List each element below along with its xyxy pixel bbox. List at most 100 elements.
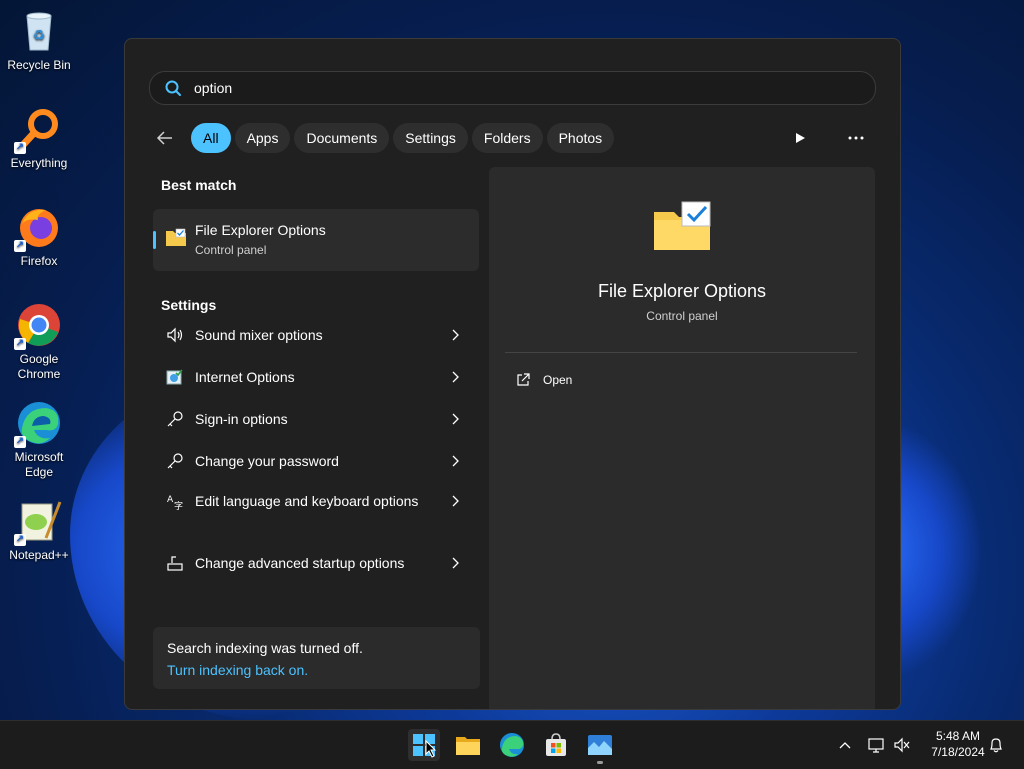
settings-item-internet-options[interactable]: Internet Options bbox=[153, 367, 479, 387]
firefox-icon: ↗ bbox=[14, 204, 62, 252]
show-hidden-icons-button[interactable] bbox=[834, 729, 856, 761]
svg-text:字: 字 bbox=[174, 500, 183, 510]
results-list: Best match File Explorer Options Control… bbox=[153, 167, 481, 571]
store-icon bbox=[546, 733, 566, 756]
chevron-up-icon bbox=[839, 742, 851, 749]
folder-options-icon bbox=[166, 228, 186, 246]
desktop-icon-label: Everything bbox=[10, 156, 68, 170]
chevron-right-icon bbox=[445, 325, 465, 345]
key-icon bbox=[165, 451, 185, 471]
notepad-plus-plus-icon: ↗ bbox=[14, 498, 62, 546]
settings-item-label: Internet Options bbox=[195, 369, 295, 385]
settings-item-language-keyboard[interactable]: A字 Edit language and keyboard options bbox=[153, 491, 479, 511]
desktop-icon-label: Firefox bbox=[20, 254, 58, 268]
desktop-icon-google-chrome[interactable]: ↗ Google Chrome bbox=[4, 302, 74, 382]
filter-folders[interactable]: Folders bbox=[471, 123, 543, 153]
ellipsis-icon bbox=[848, 136, 864, 140]
chevron-right-icon bbox=[445, 367, 465, 387]
settings-item-sign-in-options[interactable]: Sign-in options bbox=[153, 409, 479, 429]
taskbar-edge[interactable] bbox=[496, 729, 528, 761]
turn-indexing-on-link[interactable]: Turn indexing back on. bbox=[167, 662, 308, 678]
chrome-icon: ↗ bbox=[14, 302, 62, 350]
chevron-right-icon bbox=[445, 409, 465, 429]
desktop-icon-label: Recycle Bin bbox=[7, 58, 71, 72]
folder-options-icon bbox=[654, 201, 711, 250]
desktop-icon-notepad-plus-plus[interactable]: ↗ Notepad++ bbox=[4, 498, 74, 563]
indexing-message: Search indexing was turned off. bbox=[167, 640, 363, 656]
volume-button[interactable] bbox=[892, 729, 912, 761]
preview-title: File Explorer Options bbox=[597, 281, 767, 301]
open-action[interactable]: Open bbox=[515, 372, 572, 388]
play-icon bbox=[796, 133, 805, 143]
volume-muted-icon bbox=[894, 737, 910, 753]
everything-icon: ↗ bbox=[14, 106, 62, 154]
settings-item-label: Edit language and keyboard options bbox=[195, 493, 419, 509]
desktop-icon-everything[interactable]: ↗ Everything bbox=[4, 106, 74, 171]
search-filter-bar: All Apps Documents Settings Folders Phot… bbox=[149, 121, 874, 155]
back-arrow-icon bbox=[156, 131, 172, 145]
desktop-icon-firefox[interactable]: ↗ Firefox bbox=[4, 204, 74, 269]
chevron-right-icon bbox=[445, 553, 465, 573]
selection-indicator bbox=[153, 231, 156, 249]
best-match-title: File Explorer Options bbox=[195, 222, 326, 238]
open-action-label: Open bbox=[543, 373, 573, 387]
language-icon: A字 bbox=[165, 491, 185, 511]
divider bbox=[505, 352, 857, 353]
filter-all[interactable]: All bbox=[191, 123, 231, 153]
speaker-icon bbox=[165, 325, 185, 345]
photos-icon bbox=[588, 735, 612, 755]
taskbar: 5:48 AM 7/18/2024 bbox=[0, 720, 1024, 769]
desktop-icon-label: Notepad++ bbox=[9, 548, 69, 562]
network-icon bbox=[868, 738, 884, 753]
chevron-right-icon bbox=[445, 451, 465, 471]
notifications-button[interactable] bbox=[986, 729, 1006, 761]
settings-item-change-password[interactable]: Change your password bbox=[153, 451, 479, 471]
network-button[interactable] bbox=[866, 729, 886, 761]
indexing-notice: Search indexing was turned off. Turn ind… bbox=[153, 627, 480, 689]
shortcut-arrow-icon: ↗ bbox=[14, 142, 26, 154]
taskbar-file-explorer[interactable] bbox=[452, 729, 484, 761]
search-box[interactable] bbox=[149, 71, 876, 105]
desktop-icon-label: Microsoft Edge bbox=[14, 450, 64, 479]
running-indicator bbox=[597, 761, 603, 764]
best-match-item[interactable]: File Explorer Options Control panel bbox=[153, 209, 479, 271]
bell-icon bbox=[990, 738, 1002, 753]
search-icon bbox=[165, 80, 181, 96]
file-explorer-icon bbox=[456, 737, 480, 755]
settings-heading: Settings bbox=[161, 297, 217, 313]
settings-item-advanced-startup[interactable]: Change advanced startup options bbox=[153, 553, 479, 573]
key-icon bbox=[165, 409, 185, 429]
desktop-icon-microsoft-edge[interactable]: ↗ Microsoft Edge bbox=[4, 400, 74, 480]
recycle-bin-icon: ♻ bbox=[16, 8, 62, 54]
more-options-button[interactable] bbox=[838, 123, 874, 153]
filter-apps[interactable]: Apps bbox=[234, 123, 291, 153]
best-match-subtitle: Control panel bbox=[195, 243, 267, 257]
filter-photos[interactable]: Photos bbox=[546, 123, 615, 153]
start-search-panel: All Apps Documents Settings Folders Phot… bbox=[124, 38, 901, 710]
search-input[interactable] bbox=[192, 79, 796, 97]
settings-item-sound-mixer[interactable]: Sound mixer options bbox=[153, 325, 479, 345]
taskbar-photos[interactable] bbox=[584, 729, 616, 761]
filter-documents[interactable]: Documents bbox=[294, 123, 390, 153]
mouse-cursor-icon bbox=[425, 740, 437, 758]
chevron-right-icon bbox=[445, 491, 465, 511]
settings-item-label: Sound mixer options bbox=[195, 327, 323, 343]
shortcut-arrow-icon: ↗ bbox=[14, 436, 26, 448]
filter-settings[interactable]: Settings bbox=[393, 123, 468, 153]
edge-icon bbox=[500, 733, 524, 757]
internet-options-icon bbox=[165, 367, 185, 387]
svg-text:A: A bbox=[167, 495, 174, 505]
shortcut-arrow-icon: ↗ bbox=[14, 534, 26, 546]
shortcut-arrow-icon: ↗ bbox=[14, 240, 26, 252]
shortcut-arrow-icon: ↗ bbox=[14, 338, 26, 350]
desktop-icon-label: Google Chrome bbox=[17, 352, 61, 381]
back-button[interactable] bbox=[149, 122, 181, 154]
open-external-icon bbox=[517, 373, 530, 386]
settings-item-label: Change advanced startup options bbox=[195, 555, 405, 571]
settings-item-label: Sign-in options bbox=[195, 411, 288, 427]
taskbar-store[interactable] bbox=[540, 729, 572, 761]
desktop-icon-recycle-bin[interactable]: ♻ Recycle Bin bbox=[4, 8, 74, 73]
svg-text:♻: ♻ bbox=[33, 28, 46, 44]
preview-pane: File Explorer Options Control panel Open bbox=[489, 167, 875, 709]
more-filters-button[interactable] bbox=[782, 123, 818, 153]
